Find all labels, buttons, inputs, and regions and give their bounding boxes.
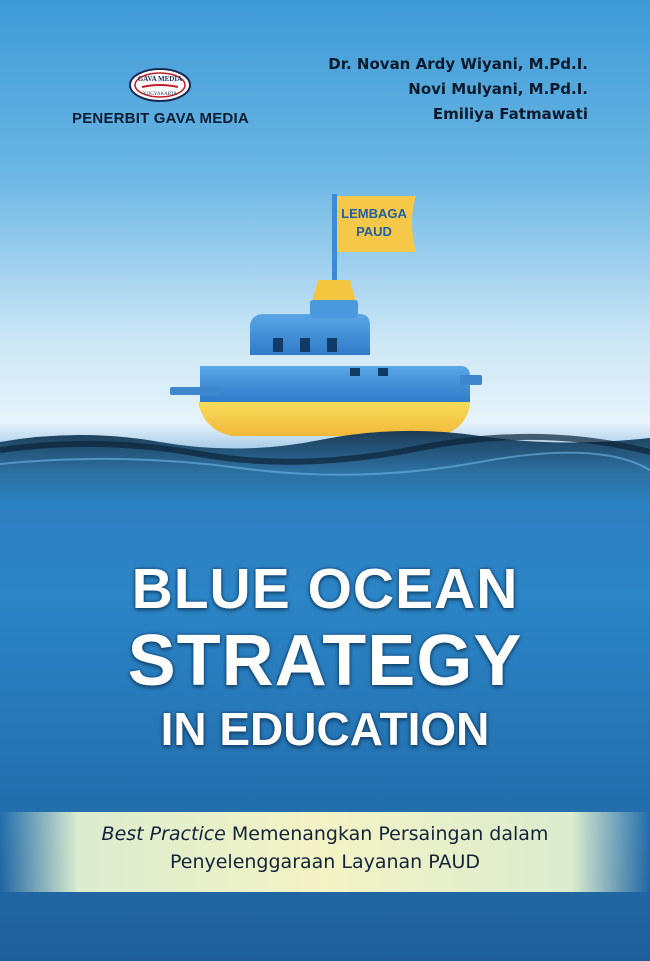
author-3: Emiliya Fatmawati	[432, 105, 588, 123]
subtitle-line-1: Best Practice Memenangkan Persaingan dal…	[0, 823, 650, 845]
flag-text-line1: LEMBAGA	[341, 206, 407, 221]
author-list: Dr. Novan Ardy Wiyani, M.Pd.I. Novi Muly…	[328, 52, 588, 127]
flag: LEMBAGA PAUD	[332, 194, 416, 280]
book-cover: GAVA MEDIA YOGYAKARTA PENERBIT GAVA MEDI…	[0, 0, 650, 961]
publisher-name: PENERBIT GAVA MEDIA	[72, 110, 249, 127]
logo-text-top: GAVA MEDIA	[138, 75, 182, 83]
title-line-3: IN EDUCATION	[160, 703, 490, 755]
boat-hull	[198, 402, 470, 436]
boat-illustration: LEMBAGA PAUD	[0, 194, 650, 510]
title-line-1: BLUE OCEAN	[131, 557, 519, 621]
flag-text-line2: PAUD	[356, 224, 392, 239]
publisher-logo: GAVA MEDIA YOGYAKARTA	[129, 68, 191, 102]
subtitle-line-2: Penyelenggaraan Layanan PAUD	[169, 851, 481, 873]
subtitle-line-1-rest: Memenangkan Persaingan dalam	[225, 823, 549, 845]
logo-text-bottom: YOGYAKARTA	[143, 92, 177, 97]
author-2: Novi Mulyani, M.Pd.I.	[408, 80, 588, 98]
title-line-2: STRATEGY	[127, 621, 523, 701]
boat-deck	[200, 366, 470, 402]
subtitle-italic: Best Practice	[101, 823, 226, 845]
author-1: Dr. Novan Ardy Wiyani, M.Pd.I.	[328, 55, 588, 73]
boat-funnel	[312, 280, 356, 302]
